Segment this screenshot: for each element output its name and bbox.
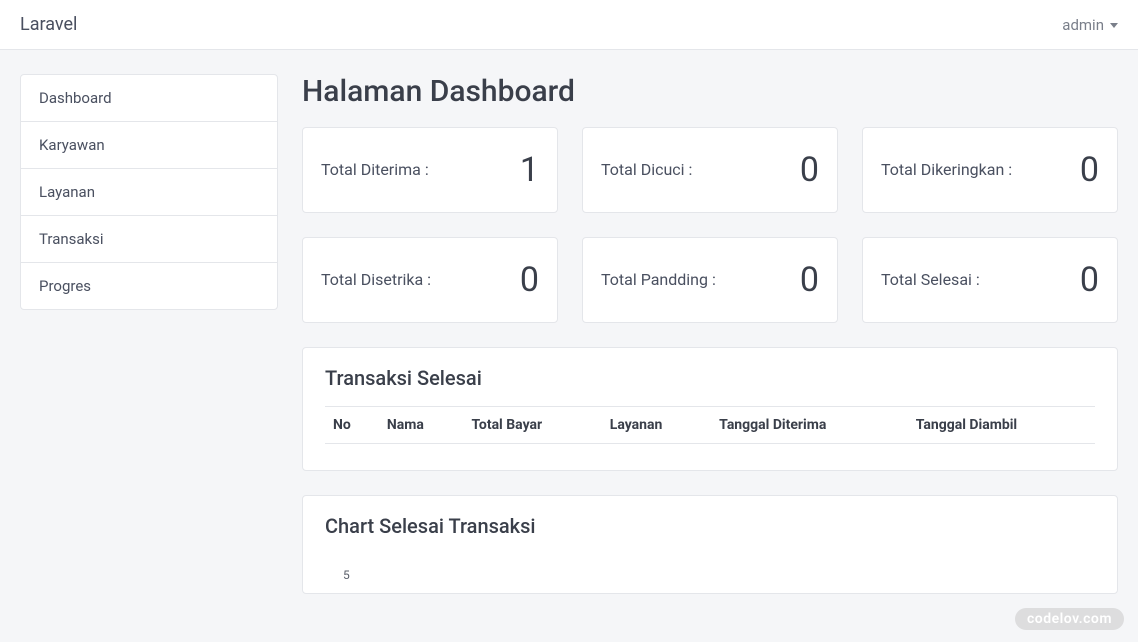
transaksi-table: No Nama Total Bayar Layanan Tanggal Dite… — [325, 406, 1095, 444]
stat-value: 0 — [1080, 150, 1099, 190]
sidebar-item-label: Karyawan — [39, 136, 105, 154]
stat-label: Total Pandding : — [601, 269, 716, 291]
stat-value: 0 — [800, 260, 819, 300]
stat-label: Total Selesai : — [881, 269, 980, 291]
stat-label: Total Disetrika : — [321, 269, 431, 291]
stat-label: Total Diterima : — [321, 159, 429, 181]
stat-value: 0 — [800, 150, 819, 190]
stat-label: Total Dikeringkan : — [881, 159, 1012, 181]
main-content: Halaman Dashboard Total Diterima : 1 Tot… — [302, 74, 1118, 618]
y-axis-tick: 5 — [343, 568, 350, 582]
brand[interactable]: Laravel — [20, 14, 77, 35]
stat-label: Total Dicuci : — [601, 159, 692, 181]
stat-card-dikeringkan: Total Dikeringkan : 0 — [862, 127, 1118, 213]
user-name: admin — [1062, 16, 1104, 34]
stat-card-dicuci: Total Dicuci : 0 — [582, 127, 838, 213]
col-tanggal-diterima: Tanggal Diterima — [711, 407, 908, 444]
chart-card: Chart Selesai Transaksi 5 — [302, 495, 1118, 594]
sidebar-item-label: Progres — [39, 277, 91, 295]
sidebar-item-label: Layanan — [39, 183, 95, 201]
sidebar-item-karyawan[interactable]: Karyawan — [21, 122, 277, 169]
stat-card-pandding: Total Pandding : 0 — [582, 237, 838, 323]
sidebar-item-dashboard[interactable]: Dashboard — [21, 75, 277, 122]
col-tanggal-diambil: Tanggal Diambil — [908, 407, 1095, 444]
stat-value: 0 — [520, 260, 539, 300]
stat-card-disetrika: Total Disetrika : 0 — [302, 237, 558, 323]
stats-grid: Total Diterima : 1 Total Dicuci : 0 Tota… — [302, 127, 1118, 323]
sidebar: Dashboard Karyawan Layanan Transaksi Pro… — [20, 74, 278, 310]
chart-title: Chart Selesai Transaksi — [325, 514, 1095, 538]
container: Dashboard Karyawan Layanan Transaksi Pro… — [0, 50, 1138, 642]
sidebar-item-transaksi[interactable]: Transaksi — [21, 216, 277, 263]
table-header-row: No Nama Total Bayar Layanan Tanggal Dite… — [325, 407, 1095, 444]
navbar: Laravel admin — [0, 0, 1138, 50]
chevron-down-icon — [1110, 23, 1118, 28]
col-no: No — [325, 407, 379, 444]
sidebar-item-label: Transaksi — [39, 230, 104, 248]
table-title: Transaksi Selesai — [325, 366, 1095, 390]
sidebar-item-layanan[interactable]: Layanan — [21, 169, 277, 216]
col-nama: Nama — [379, 407, 464, 444]
page-title: Halaman Dashboard — [302, 74, 1118, 109]
sidebar-item-label: Dashboard — [39, 89, 112, 107]
sidebar-item-progres[interactable]: Progres — [21, 263, 277, 309]
user-dropdown[interactable]: admin — [1062, 16, 1118, 34]
stat-card-selesai: Total Selesai : 0 — [862, 237, 1118, 323]
table-card: Transaksi Selesai No Nama Total Bayar La… — [302, 347, 1118, 471]
stat-value: 0 — [1080, 260, 1099, 300]
watermark: codelov.com — [1015, 608, 1124, 630]
stat-value: 1 — [520, 150, 539, 190]
chart-area: 5 — [325, 554, 1095, 583]
col-total-bayar: Total Bayar — [463, 407, 601, 444]
stat-card-diterima: Total Diterima : 1 — [302, 127, 558, 213]
col-layanan: Layanan — [602, 407, 711, 444]
